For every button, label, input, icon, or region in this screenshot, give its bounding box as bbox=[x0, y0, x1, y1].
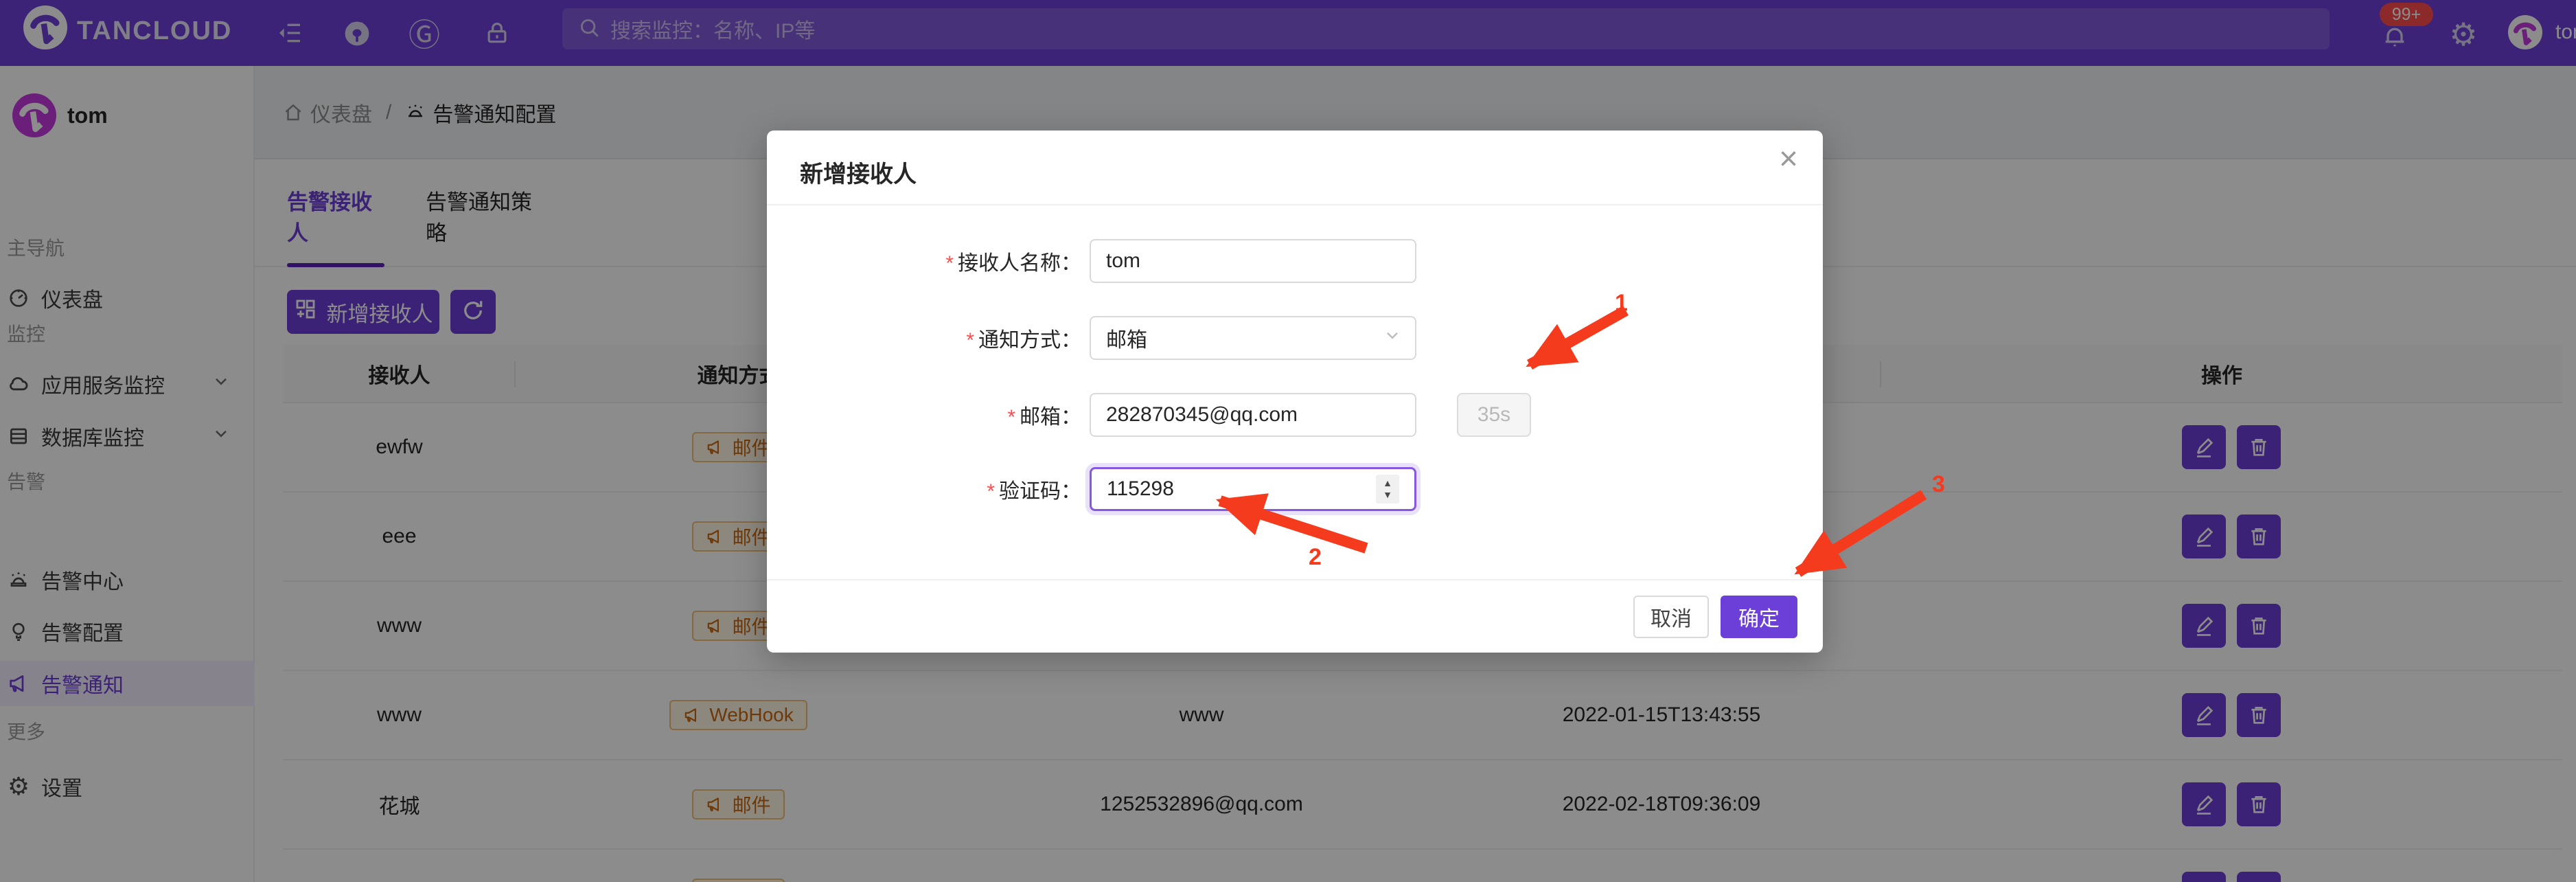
modal-footer-divider bbox=[767, 579, 1823, 580]
required-asterisk: * bbox=[1007, 406, 1015, 429]
form-field-0: *接收人名称： tom bbox=[767, 239, 1416, 283]
close-icon[interactable]: × bbox=[1779, 143, 1798, 176]
form-field-3: *验证码： 115298 ▲▼ bbox=[767, 467, 1416, 511]
required-asterisk: * bbox=[987, 480, 995, 503]
field-label: *接收人名称： bbox=[767, 246, 1081, 276]
number-spinner[interactable]: ▲▼ bbox=[1376, 475, 1399, 504]
field-value: 邮箱 bbox=[1106, 323, 1147, 353]
modal-title: 新增接收人 bbox=[800, 155, 917, 189]
method-select[interactable]: 邮箱 bbox=[1090, 316, 1416, 360]
form-field-2: *邮箱： 282870345@qq.com bbox=[767, 393, 1416, 437]
field-label: *邮箱： bbox=[767, 400, 1081, 430]
field-value: 115298 bbox=[1107, 477, 1174, 501]
field-value: tom bbox=[1106, 249, 1140, 273]
chevron-down-icon bbox=[1383, 326, 1401, 350]
send-code-countdown-button[interactable]: 35s bbox=[1457, 393, 1531, 437]
confirm-button[interactable]: 确定 bbox=[1721, 596, 1797, 638]
field-input-2[interactable]: 282870345@qq.com bbox=[1090, 393, 1416, 437]
add-recipient-modal: 新增接收人 × *接收人名称： tom *通知方式： 邮箱 *邮箱： 282870345@… bbox=[767, 131, 1823, 653]
required-asterisk: * bbox=[966, 329, 974, 352]
field-input-3[interactable]: 115298 ▲▼ bbox=[1090, 467, 1416, 511]
required-asterisk: * bbox=[945, 252, 954, 275]
field-input-0[interactable]: tom bbox=[1090, 239, 1416, 283]
spinner-down-icon[interactable]: ▼ bbox=[1383, 489, 1392, 501]
modal-header-divider bbox=[767, 204, 1823, 205]
form-field-1: *通知方式： 邮箱 bbox=[767, 316, 1416, 360]
field-value: 282870345@qq.com bbox=[1106, 403, 1298, 427]
spinner-up-icon[interactable]: ▲ bbox=[1383, 477, 1392, 489]
tancloud-console: TANCLOUD Ⓖ 搜索监控：名称、IP等 99+ ⚙ tom bbox=[0, 0, 2576, 882]
field-label: *验证码： bbox=[767, 474, 1081, 504]
field-label: *通知方式： bbox=[767, 323, 1081, 353]
cancel-button[interactable]: 取消 bbox=[1633, 596, 1709, 638]
